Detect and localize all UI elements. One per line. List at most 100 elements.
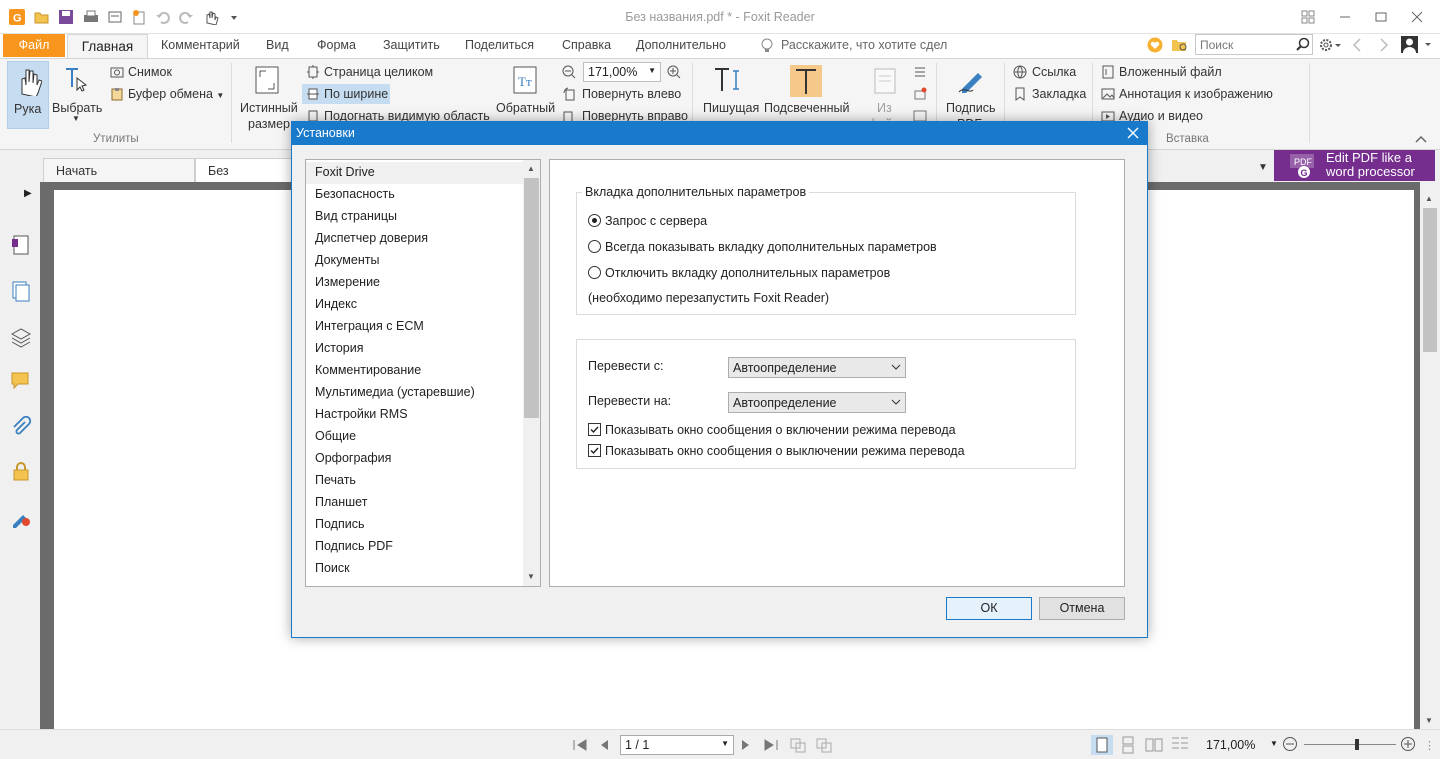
signature-panel-icon[interactable] bbox=[10, 506, 32, 528]
collapse-ribbon-icon[interactable] bbox=[1414, 133, 1428, 145]
tab-comment[interactable]: Комментарий bbox=[161, 38, 240, 52]
fit-width-button[interactable]: По ширине bbox=[302, 84, 390, 104]
category-item[interactable]: Документы bbox=[306, 250, 524, 272]
comments-icon[interactable] bbox=[10, 370, 32, 392]
next-view-icon[interactable] bbox=[815, 737, 833, 753]
checkbox[interactable] bbox=[588, 423, 601, 436]
attachment-button[interactable]: Вложенный файл bbox=[1119, 65, 1222, 79]
snapshot-button[interactable]: Снимок bbox=[128, 65, 172, 79]
category-item[interactable]: Планшет bbox=[306, 492, 524, 514]
nav-back-icon[interactable] bbox=[1351, 37, 1363, 53]
category-item[interactable]: Подпись bbox=[306, 514, 524, 536]
tab-protect[interactable]: Защитить bbox=[383, 38, 440, 52]
heart-icon[interactable] bbox=[1147, 37, 1163, 53]
lock-icon[interactable] bbox=[10, 460, 32, 482]
category-item[interactable]: Диспетчер доверия bbox=[306, 228, 524, 250]
radio-server-request[interactable]: Запрос с сервера bbox=[588, 214, 707, 228]
scrollbar-thumb[interactable] bbox=[524, 178, 539, 418]
rotate-left-button[interactable]: Повернуть влево bbox=[582, 87, 681, 101]
image-annotation-button[interactable]: Аннотация к изображению bbox=[1119, 87, 1273, 101]
continuous-view-icon[interactable] bbox=[1118, 735, 1138, 755]
category-item[interactable]: Индекс bbox=[306, 294, 524, 316]
zoom-out-status-icon[interactable] bbox=[1282, 736, 1298, 752]
tab-form[interactable]: Форма bbox=[317, 38, 356, 52]
category-item[interactable]: Печать bbox=[306, 470, 524, 492]
page-thumbnail-icon[interactable] bbox=[10, 234, 32, 256]
prev-page-icon[interactable] bbox=[598, 738, 610, 752]
checkbox[interactable] bbox=[588, 444, 601, 457]
checkbox-show-on[interactable]: Показывать окно сообщения о включении ре… bbox=[588, 423, 956, 437]
category-item[interactable]: Измерение bbox=[306, 272, 524, 294]
category-item[interactable]: История bbox=[306, 338, 524, 360]
pages-icon[interactable] bbox=[10, 280, 32, 302]
radio-button[interactable] bbox=[588, 214, 601, 227]
category-item[interactable]: Вид страницы bbox=[306, 206, 524, 228]
category-item[interactable]: Общие bbox=[306, 426, 524, 448]
tab-document[interactable]: Без названия.p bbox=[195, 158, 305, 192]
last-page-icon[interactable] bbox=[763, 738, 779, 752]
attachments-icon[interactable] bbox=[10, 416, 32, 438]
vertical-scrollbar[interactable]: ▲ ▼ bbox=[1420, 182, 1440, 729]
category-list[interactable]: Foxit Drive Безопасность Вид страницы Ди… bbox=[305, 159, 541, 587]
category-item[interactable]: Интеграция с ECM bbox=[306, 316, 524, 338]
zoom-select[interactable]: 171,00% ▼ bbox=[583, 62, 661, 82]
layers-icon[interactable] bbox=[10, 326, 32, 348]
fit-page-button[interactable]: Страница целиком bbox=[324, 65, 433, 79]
single-page-view-icon[interactable] bbox=[1091, 735, 1113, 755]
zoom-slider[interactable] bbox=[1304, 744, 1396, 745]
radio-button[interactable] bbox=[588, 240, 601, 253]
zoom-in-status-icon[interactable] bbox=[1400, 736, 1416, 752]
zoom-in-icon[interactable] bbox=[667, 65, 681, 79]
tab-view[interactable]: Вид bbox=[266, 38, 289, 52]
link-button[interactable]: Ссылка bbox=[1032, 65, 1076, 79]
radio-button[interactable] bbox=[588, 266, 601, 279]
list-icon[interactable] bbox=[913, 65, 927, 79]
find-folder-icon[interactable] bbox=[1171, 37, 1189, 53]
category-item[interactable]: Настройки RMS bbox=[306, 404, 524, 426]
page-number-input[interactable]: 1 / 1 ▼ bbox=[620, 735, 734, 755]
stamp-icon[interactable] bbox=[913, 87, 927, 101]
tab-share[interactable]: Поделиться bbox=[465, 38, 534, 52]
zoom-slider-handle[interactable] bbox=[1355, 739, 1359, 750]
zoom-dropdown-icon[interactable]: ▼ bbox=[1270, 739, 1278, 748]
restore-ribbon-icon[interactable] bbox=[1299, 8, 1317, 26]
facing-view-icon[interactable] bbox=[1144, 735, 1164, 755]
category-item[interactable]: Мультимедиа (устаревшие) bbox=[306, 382, 524, 404]
nav-forward-icon[interactable] bbox=[1378, 37, 1390, 53]
tab-advanced[interactable]: Дополнительно bbox=[636, 38, 726, 52]
tab-start[interactable]: Начать bbox=[43, 158, 195, 182]
user-icon[interactable] bbox=[1400, 35, 1434, 55]
radio-always-show[interactable]: Всегда показывать вкладку дополнительных… bbox=[588, 240, 937, 254]
previous-view-icon[interactable] bbox=[789, 737, 807, 753]
clipboard-button[interactable]: Буфер обмена ▼ bbox=[128, 87, 224, 101]
tab-help[interactable]: Справка bbox=[562, 38, 611, 52]
zoom-out-icon[interactable] bbox=[562, 65, 576, 79]
file-menu[interactable]: Файл bbox=[3, 34, 65, 57]
ok-button[interactable]: ОК bbox=[946, 597, 1032, 620]
radio-disable[interactable]: Отключить вкладку дополнительных парамет… bbox=[588, 266, 890, 280]
category-item[interactable]: Подпись PDF bbox=[306, 536, 524, 558]
category-item[interactable]: Поиск bbox=[306, 558, 524, 580]
gear-icon[interactable] bbox=[1319, 37, 1343, 53]
category-item[interactable]: Foxit Drive bbox=[306, 162, 524, 184]
category-item[interactable]: Орфография bbox=[306, 448, 524, 470]
category-item[interactable]: Комментирование bbox=[306, 360, 524, 382]
maximize-button[interactable] bbox=[1372, 8, 1390, 26]
select-tool-button[interactable]: Выбрать ▼ bbox=[52, 61, 102, 129]
close-window-button[interactable] bbox=[1408, 8, 1426, 26]
bookmark-button[interactable]: Закладка bbox=[1032, 87, 1086, 101]
checkbox-show-off[interactable]: Показывать окно сообщения о выключении р… bbox=[588, 444, 965, 458]
category-scrollbar[interactable]: ▲ ▼ bbox=[523, 160, 540, 586]
scrollbar-thumb[interactable] bbox=[1423, 208, 1437, 352]
minimize-button[interactable] bbox=[1336, 8, 1354, 26]
promo-banner[interactable]: PDF G Edit PDF like a word processor bbox=[1274, 150, 1435, 181]
cancel-button[interactable]: Отмена bbox=[1039, 597, 1125, 620]
expand-panel-icon[interactable]: ▶ bbox=[24, 188, 32, 199]
scroll-up-icon[interactable]: ▲ bbox=[527, 164, 535, 173]
translate-to-select[interactable]: Автоопределение bbox=[728, 392, 906, 413]
scroll-down-icon[interactable]: ▼ bbox=[527, 572, 535, 581]
translate-from-select[interactable]: Автоопределение bbox=[728, 357, 906, 378]
search-icon[interactable] bbox=[1296, 37, 1310, 51]
close-icon[interactable] bbox=[1125, 125, 1141, 141]
actual-size-button[interactable]: Истинный размер bbox=[238, 61, 298, 133]
